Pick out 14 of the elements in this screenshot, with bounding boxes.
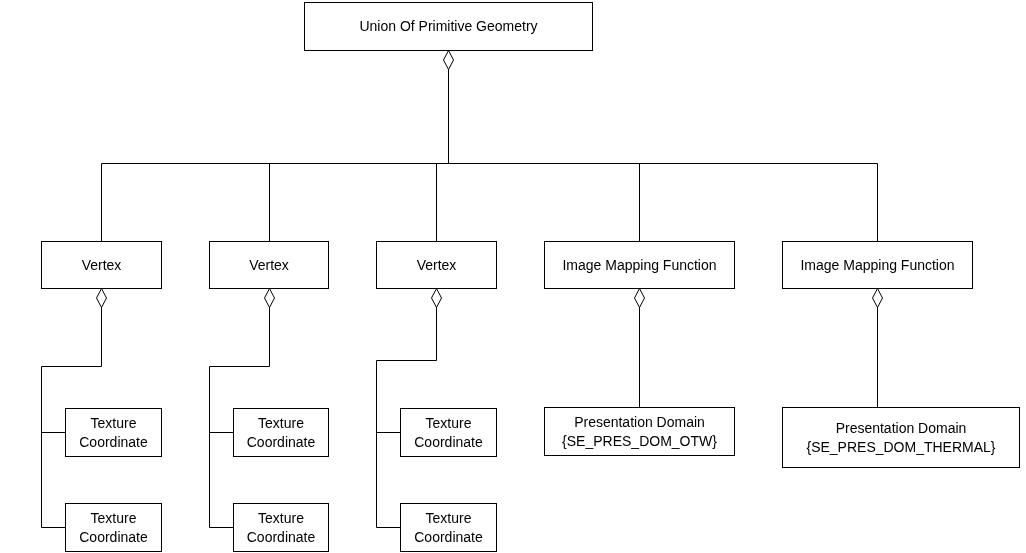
class-node: Vertex [209, 241, 329, 289]
class-node: Texture Coordinate [233, 503, 329, 552]
class-node: Texture Coordinate [65, 503, 162, 552]
class-node: Texture Coordinate [400, 503, 497, 552]
class-node: Texture Coordinate [65, 408, 162, 457]
class-node: Presentation Domain {SE_PRES_DOM_OTW} [544, 407, 735, 456]
class-node: Presentation Domain {SE_PRES_DOM_THERMAL} [782, 407, 1020, 468]
class-node: Texture Coordinate [400, 408, 497, 457]
class-node: Vertex [376, 241, 497, 289]
class-node: Texture Coordinate [233, 408, 329, 457]
class-node: Union Of Primitive Geometry [304, 2, 593, 51]
class-node: Vertex [41, 241, 162, 289]
class-node: Image Mapping Function [782, 241, 973, 289]
class-node: Image Mapping Function [544, 241, 735, 289]
